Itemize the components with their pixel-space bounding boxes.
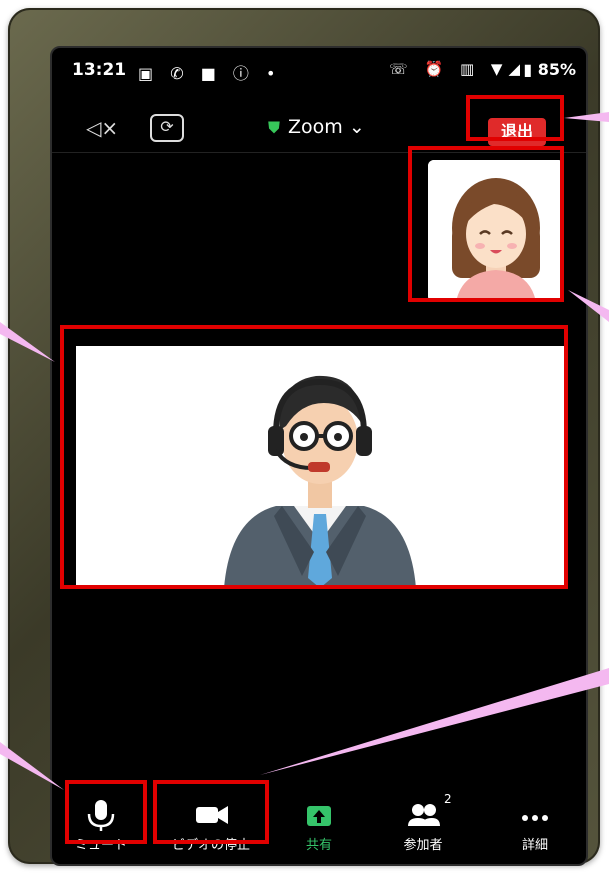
mute-callout-arrow bbox=[0, 742, 64, 790]
main-video-callout-arrow bbox=[0, 322, 55, 362]
callout-pointers bbox=[0, 112, 609, 790]
leave-callout-arrow bbox=[564, 112, 609, 122]
video-callout-arrow bbox=[260, 668, 609, 775]
self-view-callout-arrow bbox=[568, 290, 609, 322]
